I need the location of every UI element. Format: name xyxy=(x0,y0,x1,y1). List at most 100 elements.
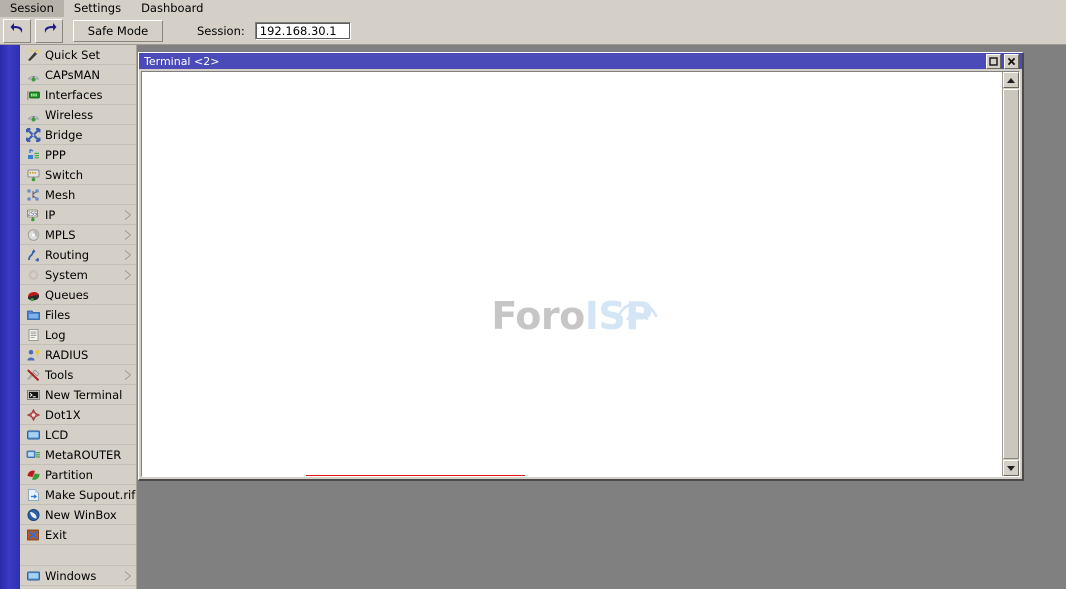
queues-icon xyxy=(24,287,42,303)
gear-icon xyxy=(24,267,42,283)
sidebar-item-label: LCD xyxy=(45,427,69,442)
watermark-foro: Foro xyxy=(491,294,585,338)
dot1x-icon xyxy=(24,407,42,423)
close-button[interactable] xyxy=(1004,54,1019,69)
terminal-icon xyxy=(24,387,42,403)
menu-dashboard[interactable]: Dashboard xyxy=(131,0,213,17)
antenna-icon xyxy=(24,107,42,123)
menu-settings[interactable]: Settings xyxy=(64,0,131,17)
sidebar-item-label: Dot1X xyxy=(45,407,81,422)
command-highlight-box[interactable]: system telnet 192.168.30.70 xyxy=(306,475,526,476)
sidebar-item-lcd[interactable]: LCD xyxy=(20,425,136,445)
svg-text:255: 255 xyxy=(27,211,37,217)
winbox-window: Session Settings Dashboard Safe Mode Ses… xyxy=(0,0,1066,589)
sidebar-item-wireless[interactable]: Wireless xyxy=(20,105,136,125)
sidebar-item-label: MetaROUTER xyxy=(45,447,122,462)
menu-session[interactable]: Session xyxy=(0,0,64,17)
sidebar-item-new-winbox[interactable]: New WinBox xyxy=(20,505,136,525)
sidebar-item-label: Files xyxy=(45,307,71,322)
winbox-icon xyxy=(24,507,42,523)
sidebar-item-label: Log xyxy=(45,327,66,342)
mesh-icon xyxy=(24,187,42,203)
chevron-right-icon xyxy=(125,270,131,280)
routing-icon xyxy=(24,247,42,263)
sidebar-item-label: Windows xyxy=(45,568,97,583)
terminal-title: Terminal <2> xyxy=(144,54,220,68)
ip-255-icon: 255 xyxy=(24,207,42,223)
radius-icon xyxy=(24,347,42,363)
chevron-right-icon xyxy=(125,571,131,581)
sidebar-item-label: Quick Set xyxy=(45,47,101,62)
redo-icon xyxy=(41,22,58,40)
sidebar-item-files[interactable]: Files xyxy=(20,305,136,325)
sidebar-item-quick-set[interactable]: Quick Set xyxy=(20,45,136,65)
sidebar-item-make-supout[interactable]: Make Supout.rif xyxy=(20,485,136,505)
foroisp-watermark: ForoISP xyxy=(491,294,658,338)
sidebar-item-label: IP xyxy=(45,207,56,222)
sidebar-item-label: New WinBox xyxy=(45,507,117,522)
maximize-icon xyxy=(989,55,998,69)
session-address-field[interactable]: 192.168.30.1 xyxy=(254,21,351,40)
sidebar-item-label: Partition xyxy=(45,467,93,482)
maximize-button[interactable] xyxy=(986,54,1001,69)
scroll-down-button[interactable] xyxy=(1003,460,1019,476)
sidebar-separator xyxy=(20,545,136,566)
sidebar-item-log[interactable]: Log xyxy=(20,325,136,345)
sidebar-item-label: MPLS xyxy=(45,227,76,242)
sidebar-item-radius[interactable]: RADIUS xyxy=(20,345,136,365)
wand-icon xyxy=(24,47,42,63)
tools-icon xyxy=(24,367,42,383)
sidebar-item-partition[interactable]: Partition xyxy=(20,465,136,485)
folder-icon xyxy=(24,307,42,323)
sidebar-item-dot1x[interactable]: Dot1X xyxy=(20,405,136,425)
redo-button[interactable] xyxy=(35,18,63,43)
sidebar-item-new-terminal[interactable]: New Terminal xyxy=(20,385,136,405)
chevron-right-icon xyxy=(125,250,131,260)
terminal-prompt-line: [admin@OLT TP-LINK] > system telnet 192.… xyxy=(145,475,526,476)
switch-icon xyxy=(24,167,42,183)
sidebar-item-ppp[interactable]: PPP xyxy=(20,145,136,165)
sidebar-item-windows[interactable]: Windows xyxy=(20,566,136,586)
terminal-output-area[interactable]: ForoISP [admin@OLT TP-LINK] > system tel… xyxy=(142,72,1002,476)
sidebar-item-mesh[interactable]: Mesh xyxy=(20,185,136,205)
close-icon xyxy=(1007,55,1016,69)
monitor-icon xyxy=(24,568,42,584)
sidebar-item-mpls[interactable]: MPLS xyxy=(20,225,136,245)
sidebar-item-label: Wireless xyxy=(45,107,94,122)
ppp-icon xyxy=(24,147,42,163)
sidebar-item-label: Routing xyxy=(45,247,90,262)
sidebar-item-label: New Terminal xyxy=(45,387,123,402)
exit-icon xyxy=(24,527,42,543)
supout-icon xyxy=(24,487,42,503)
sidebar-item-metarouter[interactable]: MetaROUTER xyxy=(20,445,136,465)
sidebar-item-switch[interactable]: Switch xyxy=(20,165,136,185)
session-label: Session: xyxy=(197,23,245,38)
sidebar-item-label: PPP xyxy=(45,147,66,162)
undo-button[interactable] xyxy=(3,18,31,43)
interfaces-icon xyxy=(24,87,42,103)
sidebar-item-tools[interactable]: Tools xyxy=(20,365,136,385)
sidebar-item-routing[interactable]: Routing xyxy=(20,245,136,265)
sidebar-item-exit[interactable]: Exit xyxy=(20,525,136,545)
terminal-vertical-scrollbar[interactable] xyxy=(1002,72,1019,476)
sidebar-item-system[interactable]: System xyxy=(20,265,136,285)
sidebar-item-capsman[interactable]: CAPsMAN xyxy=(20,65,136,85)
monitor-icon xyxy=(24,427,42,443)
scrollbar-track[interactable] xyxy=(1003,89,1019,459)
sidebar-item-label: CAPsMAN xyxy=(45,67,101,82)
sidebar-item-label: Switch xyxy=(45,167,84,182)
sidebar-item-label: Make Supout.rif xyxy=(45,487,136,502)
sidebar-item-bridge[interactable]: Bridge xyxy=(20,125,136,145)
sidebar-item-label: Queues xyxy=(45,287,89,302)
chevron-right-icon xyxy=(125,210,131,220)
safe-mode-button[interactable]: Safe Mode xyxy=(73,19,163,42)
scroll-up-button[interactable] xyxy=(1003,72,1019,88)
metarouter-icon xyxy=(24,447,42,463)
sidebar-item-queues[interactable]: Queues xyxy=(20,285,136,305)
sidebar-item-ip[interactable]: 255 IP xyxy=(20,205,136,225)
chevron-right-icon xyxy=(125,230,131,240)
terminal-titlebar[interactable]: Terminal <2> xyxy=(139,53,1022,69)
scroll-up-icon xyxy=(1007,77,1015,83)
log-icon xyxy=(24,327,42,343)
sidebar-item-interfaces[interactable]: Interfaces xyxy=(20,85,136,105)
